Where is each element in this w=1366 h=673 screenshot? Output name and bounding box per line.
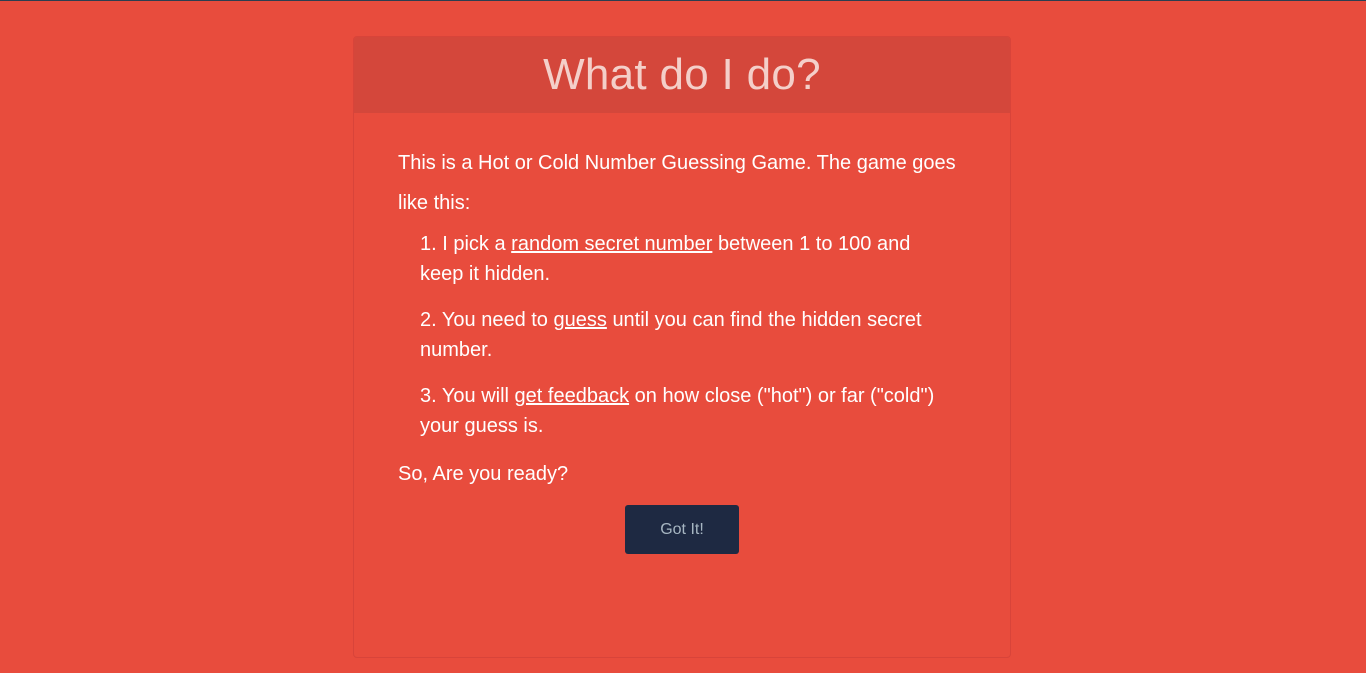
outro-text: So, Are you ready?	[398, 463, 569, 485]
step-number: 2.	[420, 309, 437, 331]
step-emphasis: random secret number	[511, 233, 713, 255]
modal-body: This is a Hot or Cold Number Guessing Ga…	[354, 113, 1010, 554]
step-item-3: 3. You will get feedback on how close ("…	[420, 381, 966, 441]
intro-text: This is a Hot or Cold Number Guessing Ga…	[398, 152, 956, 214]
step-number: 3.	[420, 385, 437, 407]
button-row: Got It!	[398, 505, 966, 554]
steps-list: 1. I pick a random secret number between…	[398, 229, 966, 441]
step-emphasis: get feedback	[514, 385, 630, 407]
step-text-before: I pick a	[442, 233, 506, 255]
top-border	[0, 0, 1366, 1]
modal-title: What do I do?	[543, 50, 821, 99]
step-item-2: 2. You need to guess until you can find …	[420, 305, 966, 365]
step-text-before: You need to	[441, 309, 548, 331]
step-emphasis: guess	[553, 309, 607, 331]
modal-header: What do I do?	[354, 37, 1010, 113]
instructions-modal: What do I do? This is a Hot or Cold Numb…	[353, 36, 1011, 658]
got-it-button[interactable]: Got It!	[625, 505, 739, 554]
step-text-before: You will	[441, 385, 509, 407]
step-number: 1.	[420, 233, 437, 255]
step-item-1: 1. I pick a random secret number between…	[420, 229, 966, 289]
